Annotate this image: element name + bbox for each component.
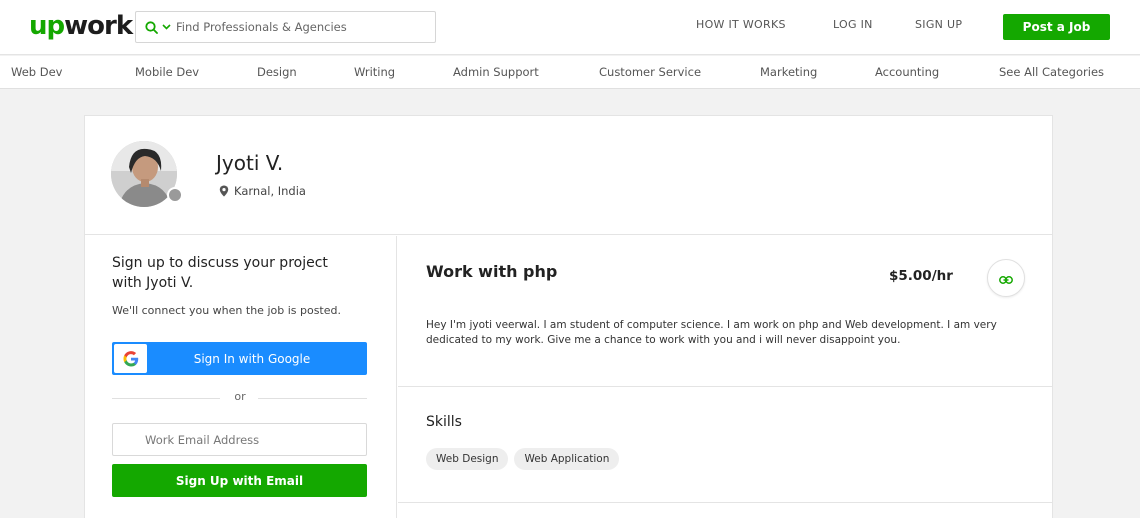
profile-card: Jyoti V. Karnal, India Sign up to discus… — [84, 115, 1053, 518]
category-marketing[interactable]: Marketing — [760, 65, 817, 79]
or-text: or — [234, 390, 246, 403]
signup-email-button[interactable]: Sign Up with Email — [112, 464, 367, 497]
signup-title: Sign up to discuss your project with Jyo… — [112, 255, 328, 291]
search-input[interactable] — [176, 20, 416, 34]
work-email-input[interactable] — [112, 423, 367, 456]
divider-line-left — [112, 398, 220, 399]
profile-header: Jyoti V. Karnal, India — [85, 116, 1052, 235]
location-pin-icon — [219, 185, 229, 197]
skill-chip[interactable]: Web Application — [514, 448, 620, 470]
chevron-down-icon[interactable] — [161, 22, 171, 32]
section-divider — [398, 502, 1052, 503]
category-admin-support[interactable]: Admin Support — [453, 65, 539, 79]
avatar-wrapper — [111, 141, 187, 207]
category-accounting[interactable]: Accounting — [875, 65, 939, 79]
or-divider: or — [112, 390, 367, 406]
post-job-button[interactable]: Post a Job — [1003, 14, 1110, 40]
link-icon — [999, 269, 1013, 288]
nav-how-it-works[interactable]: HOW IT WORKS — [696, 18, 786, 31]
search-icon[interactable] — [144, 20, 158, 34]
google-signin-label: Sign In with Google — [193, 351, 311, 366]
divider-line-right — [258, 398, 367, 399]
location-text: Karnal, India — [234, 184, 306, 198]
skill-chip[interactable]: Web Design — [426, 448, 509, 470]
category-writing[interactable]: Writing — [354, 65, 395, 79]
nav-log-in[interactable]: LOG IN — [833, 18, 873, 31]
google-signin-button[interactable]: Sign In with Google — [112, 342, 367, 375]
job-title: Work with php — [426, 262, 558, 281]
category-customer-service[interactable]: Customer Service — [599, 65, 701, 79]
category-see-all[interactable]: See All Categories — [999, 65, 1104, 79]
category-web-dev[interactable]: Web Dev — [11, 65, 62, 79]
status-indicator — [167, 187, 183, 203]
nav-sign-up[interactable]: SIGN UP — [915, 18, 962, 31]
logo-up: up — [29, 11, 65, 41]
category-mobile-dev[interactable]: Mobile Dev — [135, 65, 199, 79]
top-header: upwork HOW IT WORKS LOG IN SIGN UP Post … — [0, 0, 1140, 55]
profile-name: Jyoti V. — [216, 151, 284, 175]
job-details-panel: Work with php $5.00/hr Hey I'm jyoti vee… — [398, 236, 1052, 518]
job-description: Hey I'm jyoti veerwal. I am student of c… — [426, 319, 997, 346]
category-design[interactable]: Design — [257, 65, 297, 79]
category-nav: Web Dev Mobile Dev Design Writing Admin … — [0, 56, 1140, 89]
upwork-logo[interactable]: up work — [29, 11, 133, 41]
section-divider — [398, 386, 1052, 387]
logo-work: work — [64, 11, 133, 41]
signup-subtitle: We'll connect you when the job is posted… — [112, 304, 341, 317]
skills-heading: Skills — [426, 414, 462, 430]
search-bar — [135, 11, 436, 43]
google-icon — [114, 344, 147, 373]
copy-link-button[interactable] — [987, 259, 1025, 297]
profile-location: Karnal, India — [219, 184, 306, 198]
signup-panel: Sign up to discuss your project with Jyo… — [85, 236, 397, 518]
skills-list: Web Design Web Application — [426, 448, 625, 470]
hourly-rate: $5.00/hr — [889, 268, 953, 284]
